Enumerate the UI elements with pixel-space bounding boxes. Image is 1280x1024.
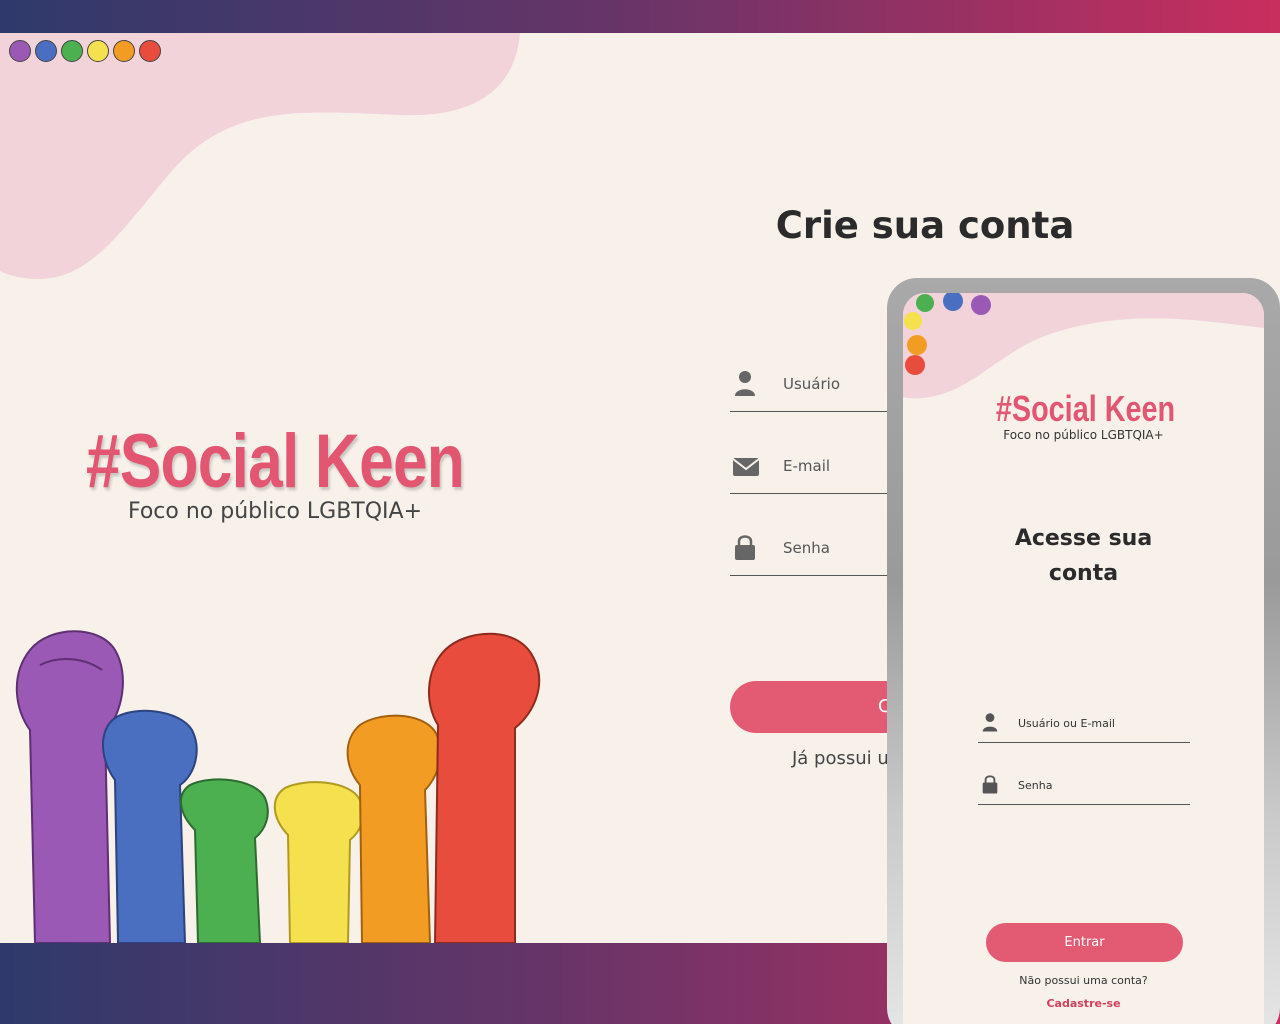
login-username-label: Usuário ou E-mail <box>1018 717 1115 730</box>
lock-icon <box>980 773 1000 799</box>
password-field-label: Senha <box>783 539 830 557</box>
user-icon <box>732 368 758 402</box>
window-dot-red[interactable] <box>139 40 161 62</box>
user-icon <box>980 711 1000 737</box>
pink-blob-decoration <box>0 33 520 279</box>
login-title-line1: Acesse sua <box>1014 526 1153 551</box>
window-dot-orange[interactable] <box>113 40 135 62</box>
login-password-field[interactable]: Senha <box>978 769 1190 805</box>
phone-brand-subtitle: Foco no público LGBTQIA+ <box>1003 428 1164 442</box>
blue-fist-icon <box>102 709 198 943</box>
email-field-label: E-mail <box>783 457 831 475</box>
brand-block: #Social Keen Foco no público LGBTQIA+ <box>40 418 510 524</box>
login-password-label: Senha <box>1018 779 1053 792</box>
phone-rainbow-fists-icon <box>904 293 991 375</box>
username-field-label: Usuário <box>783 375 841 393</box>
lock-icon <box>732 532 758 566</box>
purple-fist-icon <box>15 630 124 943</box>
window-controls <box>9 40 161 62</box>
phone-brand-title: #Social Keen <box>995 388 1176 429</box>
brand-title: #Social Keen <box>85 419 465 504</box>
login-button[interactable]: Entrar <box>986 923 1183 962</box>
envelope-icon <box>732 450 760 484</box>
window-dot-yellow[interactable] <box>87 40 109 62</box>
window-dot-green[interactable] <box>61 40 83 62</box>
orange-fist-icon <box>346 714 442 943</box>
yellow-fist-icon <box>273 781 364 943</box>
no-account-text: Não possui uma conta? <box>1019 974 1148 987</box>
green-fist-icon <box>180 778 269 943</box>
login-username-field[interactable]: Usuário ou E-mail <box>978 707 1190 743</box>
login-title: Acesse sua conta <box>903 521 1264 591</box>
signup-link[interactable]: Cadastre-se <box>903 997 1264 1010</box>
window-dot-blue[interactable] <box>35 40 57 62</box>
already-have-account-text[interactable]: Já possui ur <box>792 748 896 769</box>
rainbow-fists-illustration <box>15 630 541 943</box>
login-title-line2: conta <box>1048 561 1119 586</box>
signup-title: Crie sua conta <box>775 204 1075 247</box>
phone-brand-block: #Social Keen Foco no público LGBTQIA+ <box>903 388 1264 442</box>
window-dot-purple[interactable] <box>9 40 31 62</box>
phone-screen: #Social Keen Foco no público LGBTQIA+ Ac… <box>903 293 1264 1024</box>
top-gradient-bar <box>0 0 1280 33</box>
red-fist-icon <box>428 632 541 943</box>
